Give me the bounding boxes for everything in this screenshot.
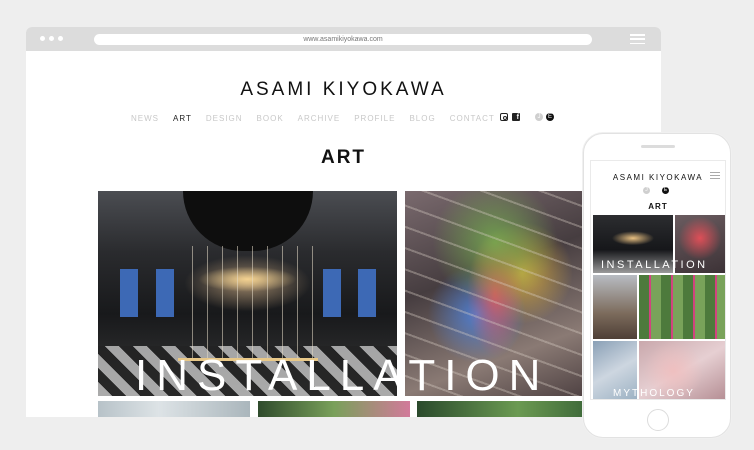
mobile-language-switcher: J E — [643, 187, 669, 194]
mobile-site-title[interactable]: ASAMI KIYOKAWA — [591, 173, 725, 182]
nav-item-design[interactable]: DESIGN — [206, 114, 243, 123]
mobile-art-thumbnail[interactable] — [639, 275, 725, 339]
nav-item-art[interactable]: ART — [173, 114, 192, 123]
art-thumbnail[interactable] — [98, 401, 250, 417]
browser-toolbar: www.asamikiyokawa.com — [26, 27, 661, 51]
phone-speaker — [641, 145, 675, 148]
address-bar[interactable]: www.asamikiyokawa.com — [94, 34, 592, 45]
mobile-caption-installation[interactable]: INSTALLATION — [601, 259, 708, 271]
nav-item-archive[interactable]: ARCHIVE — [298, 114, 341, 123]
window-controls — [40, 36, 63, 41]
phone-mockup: ASAMI KIYOKAWA J E ART INSTALLATION MYTH… — [583, 133, 731, 438]
nav-item-news[interactable]: NEWS — [131, 114, 159, 123]
main-nav: NEWS ART DESIGN BOOK ARCHIVE PROFILE BLO… — [131, 114, 495, 123]
lang-jp-button[interactable]: J — [535, 113, 543, 121]
art-thumbnail[interactable] — [417, 401, 585, 417]
mobile-caption-mythology[interactable]: MYTHOLOGY — [613, 388, 695, 399]
phone-home-button — [647, 409, 669, 431]
nav-item-book[interactable]: BOOK — [257, 114, 284, 123]
browser-menu-icon[interactable] — [630, 34, 645, 44]
mobile-menu-icon[interactable] — [710, 172, 720, 179]
window-dot[interactable] — [40, 36, 45, 41]
phone-screen: ASAMI KIYOKAWA J E ART INSTALLATION MYTH… — [590, 160, 726, 400]
window-dot[interactable] — [49, 36, 54, 41]
mobile-page-title: ART — [648, 202, 668, 211]
mobile-lang-jp-button[interactable]: J — [643, 187, 650, 194]
nav-item-blog[interactable]: BLOG — [409, 114, 435, 123]
nav-item-profile[interactable]: PROFILE — [354, 114, 395, 123]
art-thumbnail[interactable] — [258, 401, 410, 417]
nav-item-contact[interactable]: CONTACT — [450, 114, 495, 123]
page-title: ART — [320, 147, 367, 168]
facebook-icon[interactable]: f — [512, 113, 520, 121]
mobile-art-thumbnail[interactable] — [593, 275, 637, 339]
language-switcher: J E — [535, 113, 554, 121]
mobile-lang-en-button[interactable]: E — [662, 187, 669, 194]
instagram-icon[interactable] — [500, 113, 508, 121]
browser-window: www.asamikiyokawa.com ASAMI KIYOKAWA NEW… — [26, 27, 661, 417]
window-dot[interactable] — [58, 36, 63, 41]
lang-en-button[interactable]: E — [546, 113, 554, 121]
social-links: f — [500, 113, 520, 121]
category-caption-installation[interactable]: INSTALLATION — [135, 351, 549, 401]
site-title[interactable]: ASAMI KIYOKAWA — [26, 79, 661, 101]
